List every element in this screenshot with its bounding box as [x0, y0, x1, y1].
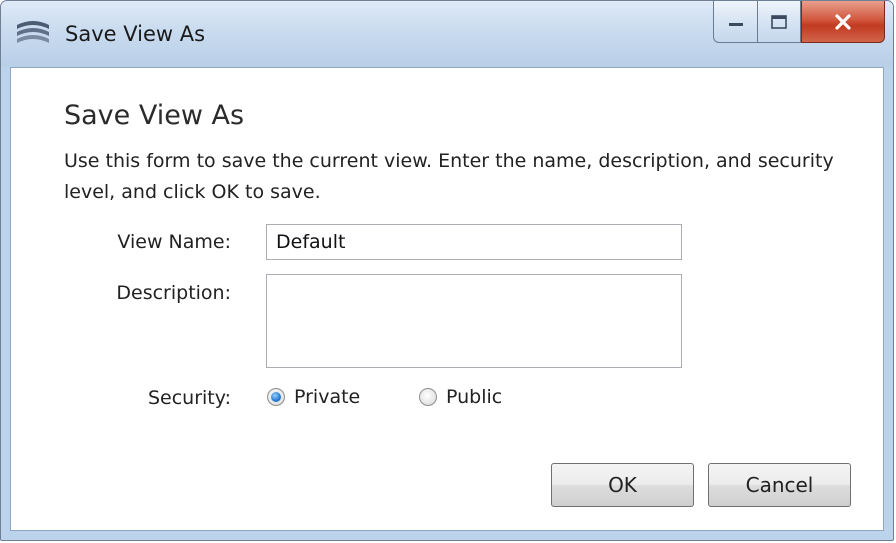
close-button[interactable] [801, 1, 885, 43]
private-option-label: Private [294, 386, 361, 408]
cancel-button[interactable]: Cancel [708, 463, 851, 507]
minimize-button[interactable] [713, 1, 757, 43]
radio-selected-icon [267, 388, 285, 406]
description-input[interactable] [266, 274, 682, 368]
public-option-label: Public [446, 386, 503, 408]
ok-button[interactable]: OK [551, 463, 694, 507]
app-logo-icon [17, 21, 49, 43]
caption-buttons [713, 1, 885, 43]
maximize-button[interactable] [757, 1, 801, 43]
form-instructions: Use this form to save the current view. … [64, 150, 834, 203]
title-bar[interactable]: Save View As [1, 1, 893, 67]
window-title: Save View As [65, 22, 206, 46]
form-heading: Save View As [64, 100, 245, 131]
dialog-content: Save View As Use this form to save the c… [10, 67, 884, 531]
maximize-icon [771, 14, 787, 29]
save-view-as-dialog: Save View As Save View As Use this form … [0, 0, 894, 541]
minimize-icon [728, 22, 743, 26]
view-name-input[interactable] [266, 224, 682, 260]
view-name-label: View Name: [117, 231, 231, 253]
security-label: Security: [147, 387, 231, 409]
close-icon [835, 13, 851, 30]
radio-unselected-icon [419, 388, 437, 406]
security-public-radio[interactable]: Public [419, 386, 502, 408]
security-private-radio[interactable]: Private [267, 386, 360, 408]
description-label: Description: [116, 282, 231, 304]
